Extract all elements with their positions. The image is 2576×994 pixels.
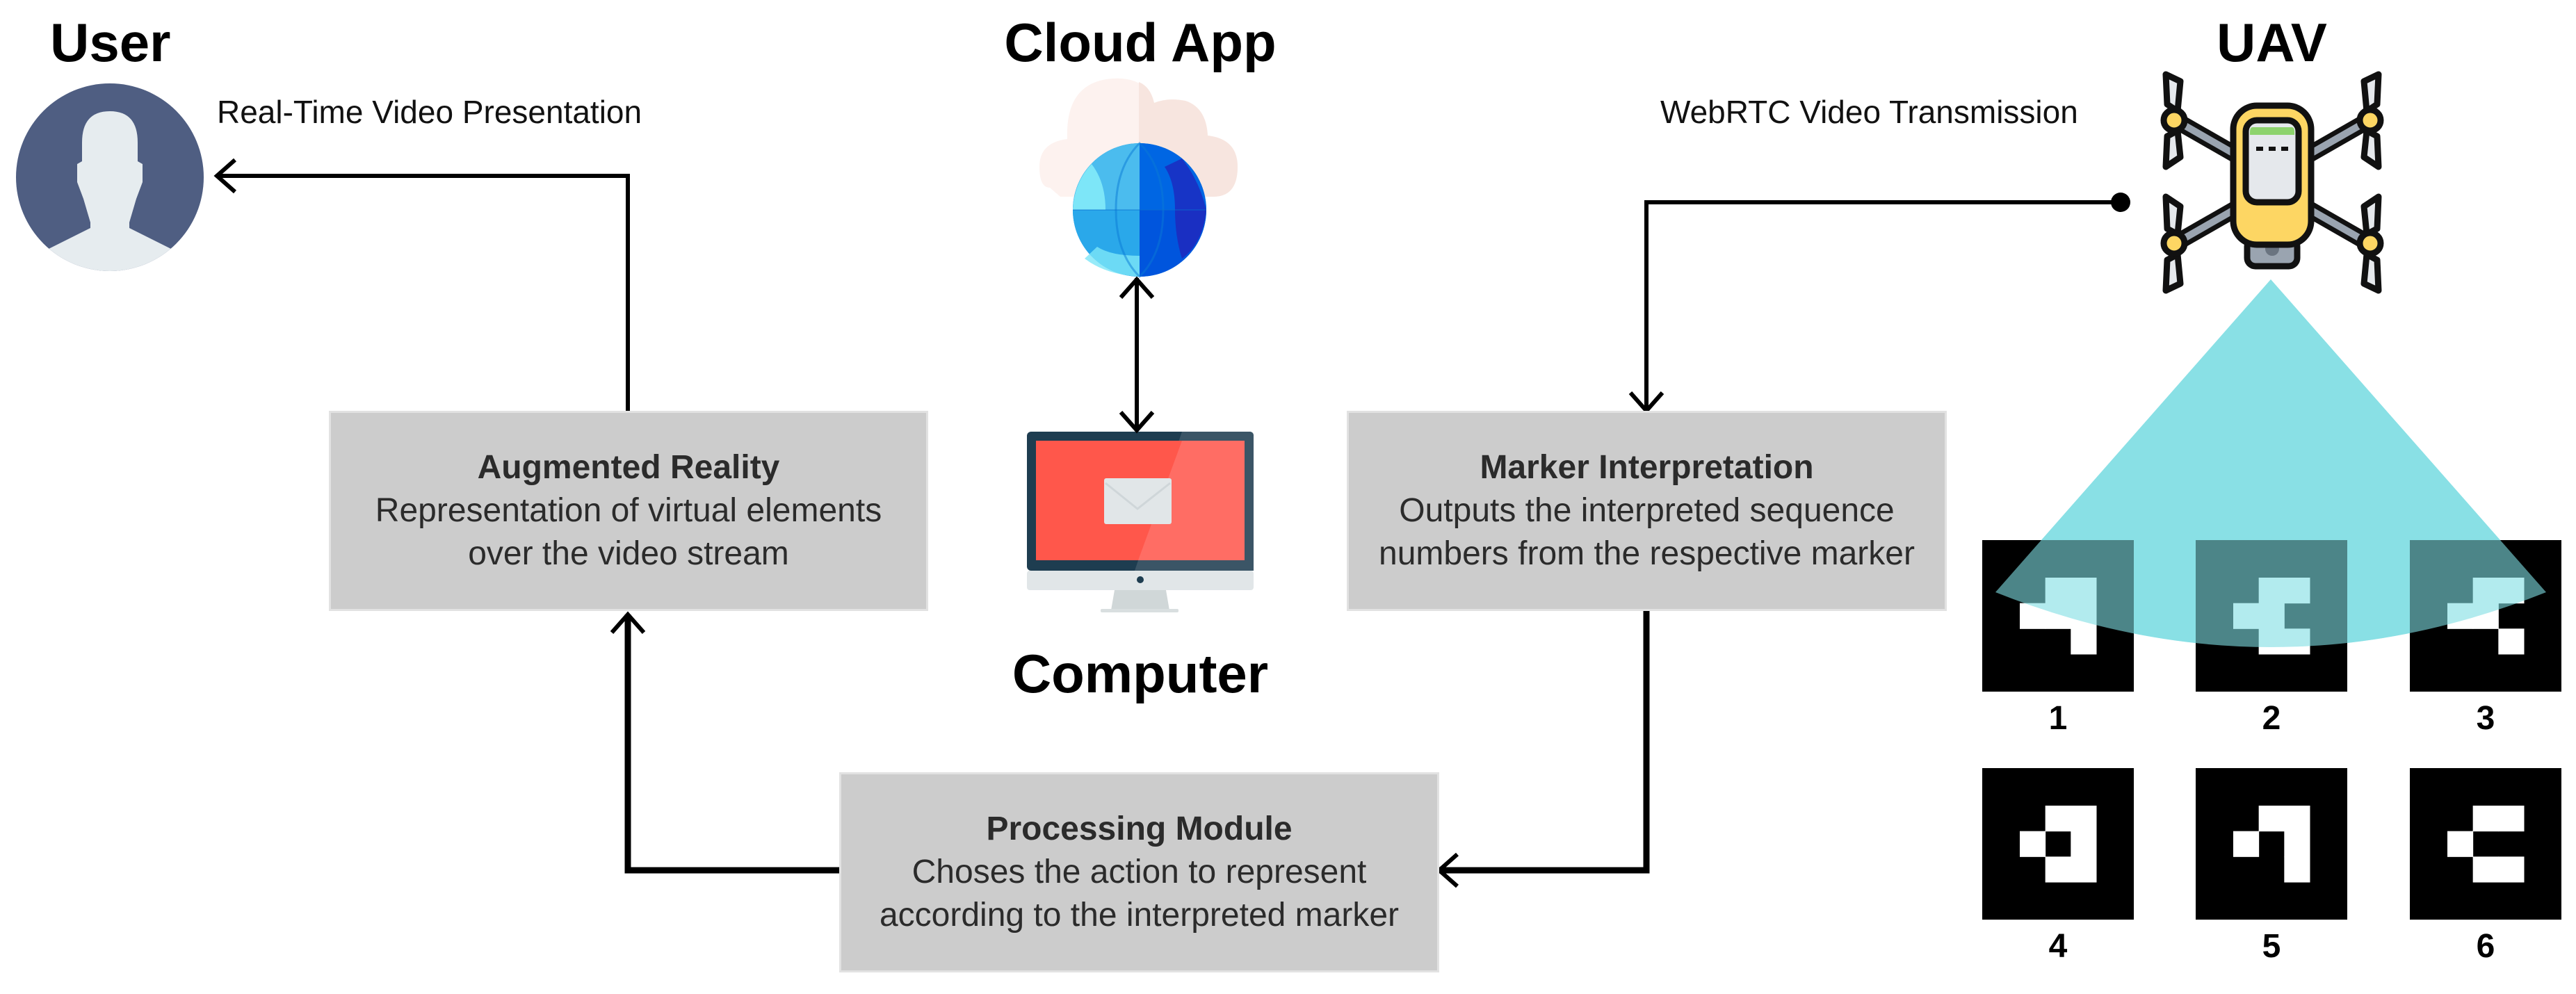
- user-avatar-icon: [16, 83, 204, 271]
- marker-interpretation-box: Marker Interpretation Outputs the interp…: [1347, 411, 1947, 611]
- marker-label-5: 5: [2262, 928, 2281, 965]
- marker-interpretation-desc-1: Outputs the interpreted sequence: [1399, 492, 1895, 529]
- marker-bit: [2071, 831, 2097, 857]
- marker-bit: [2284, 856, 2310, 883]
- marker-label-4: 4: [2048, 928, 2068, 965]
- marker-border: [1982, 768, 2134, 920]
- processing-module-desc-2: according to the interpreted marker: [879, 897, 1400, 934]
- marker-bit: [2071, 856, 2097, 883]
- aruco-marker-6: [2410, 768, 2561, 920]
- uav-connection-dot: [2111, 193, 2130, 212]
- marker-label-3: 3: [2476, 700, 2495, 737]
- aruco-marker-4: [1982, 768, 2134, 920]
- connector-uav-to-marker: [1644, 200, 2119, 411]
- connector-marker-to-processing: [1439, 611, 1650, 874]
- marker-bit: [2020, 831, 2046, 857]
- processing-module-title: Processing Module: [986, 810, 1293, 847]
- marker-label-6: 6: [2476, 928, 2495, 965]
- marker-bit: [2498, 856, 2525, 883]
- marker-bit: [2498, 806, 2525, 832]
- augmented-reality-desc-2: over the video stream: [468, 535, 789, 572]
- marker-bit: [2447, 831, 2474, 857]
- augmented-reality-desc-1: Representation of virtual elements: [375, 492, 882, 529]
- monitor-mail-icon: [1027, 432, 1254, 612]
- marker-bit: [2284, 806, 2310, 832]
- marker-bit: [2233, 831, 2260, 857]
- marker-bit: [2472, 806, 2499, 832]
- connector-ar-to-user: [217, 174, 630, 411]
- marker-bit: [2045, 806, 2071, 832]
- marker-interpretation-title: Marker Interpretation: [1480, 449, 1814, 486]
- connector-processing-to-ar: [624, 614, 839, 874]
- marker-border: [2410, 768, 2561, 920]
- camera-view-cone-overlay: [1995, 279, 2546, 647]
- marker-bit: [2284, 831, 2310, 857]
- marker-label-1: 1: [2048, 700, 2068, 737]
- cloud-globe-icon: [1039, 78, 1238, 279]
- marker-bit: [2472, 856, 2499, 883]
- marker-bit: [2071, 628, 2097, 655]
- drone-icon: [2160, 71, 2384, 294]
- marker-bit: [2071, 806, 2097, 832]
- augmented-reality-box: Augmented Reality Representation of virt…: [329, 411, 928, 611]
- marker-bit: [2045, 856, 2071, 883]
- marker-label-2: 2: [2262, 700, 2281, 737]
- augmented-reality-title: Augmented Reality: [477, 449, 780, 486]
- marker-border: [2196, 768, 2347, 920]
- processing-module-desc-1: Choses the action to represent: [912, 854, 1367, 890]
- processing-module-box: Processing Module Choses the action to r…: [839, 772, 1439, 972]
- aruco-marker-5: [2196, 768, 2347, 920]
- marker-interpretation-desc-2: numbers from the respective marker: [1379, 535, 1915, 572]
- marker-bit: [2258, 806, 2285, 832]
- marker-bit: [2498, 628, 2525, 655]
